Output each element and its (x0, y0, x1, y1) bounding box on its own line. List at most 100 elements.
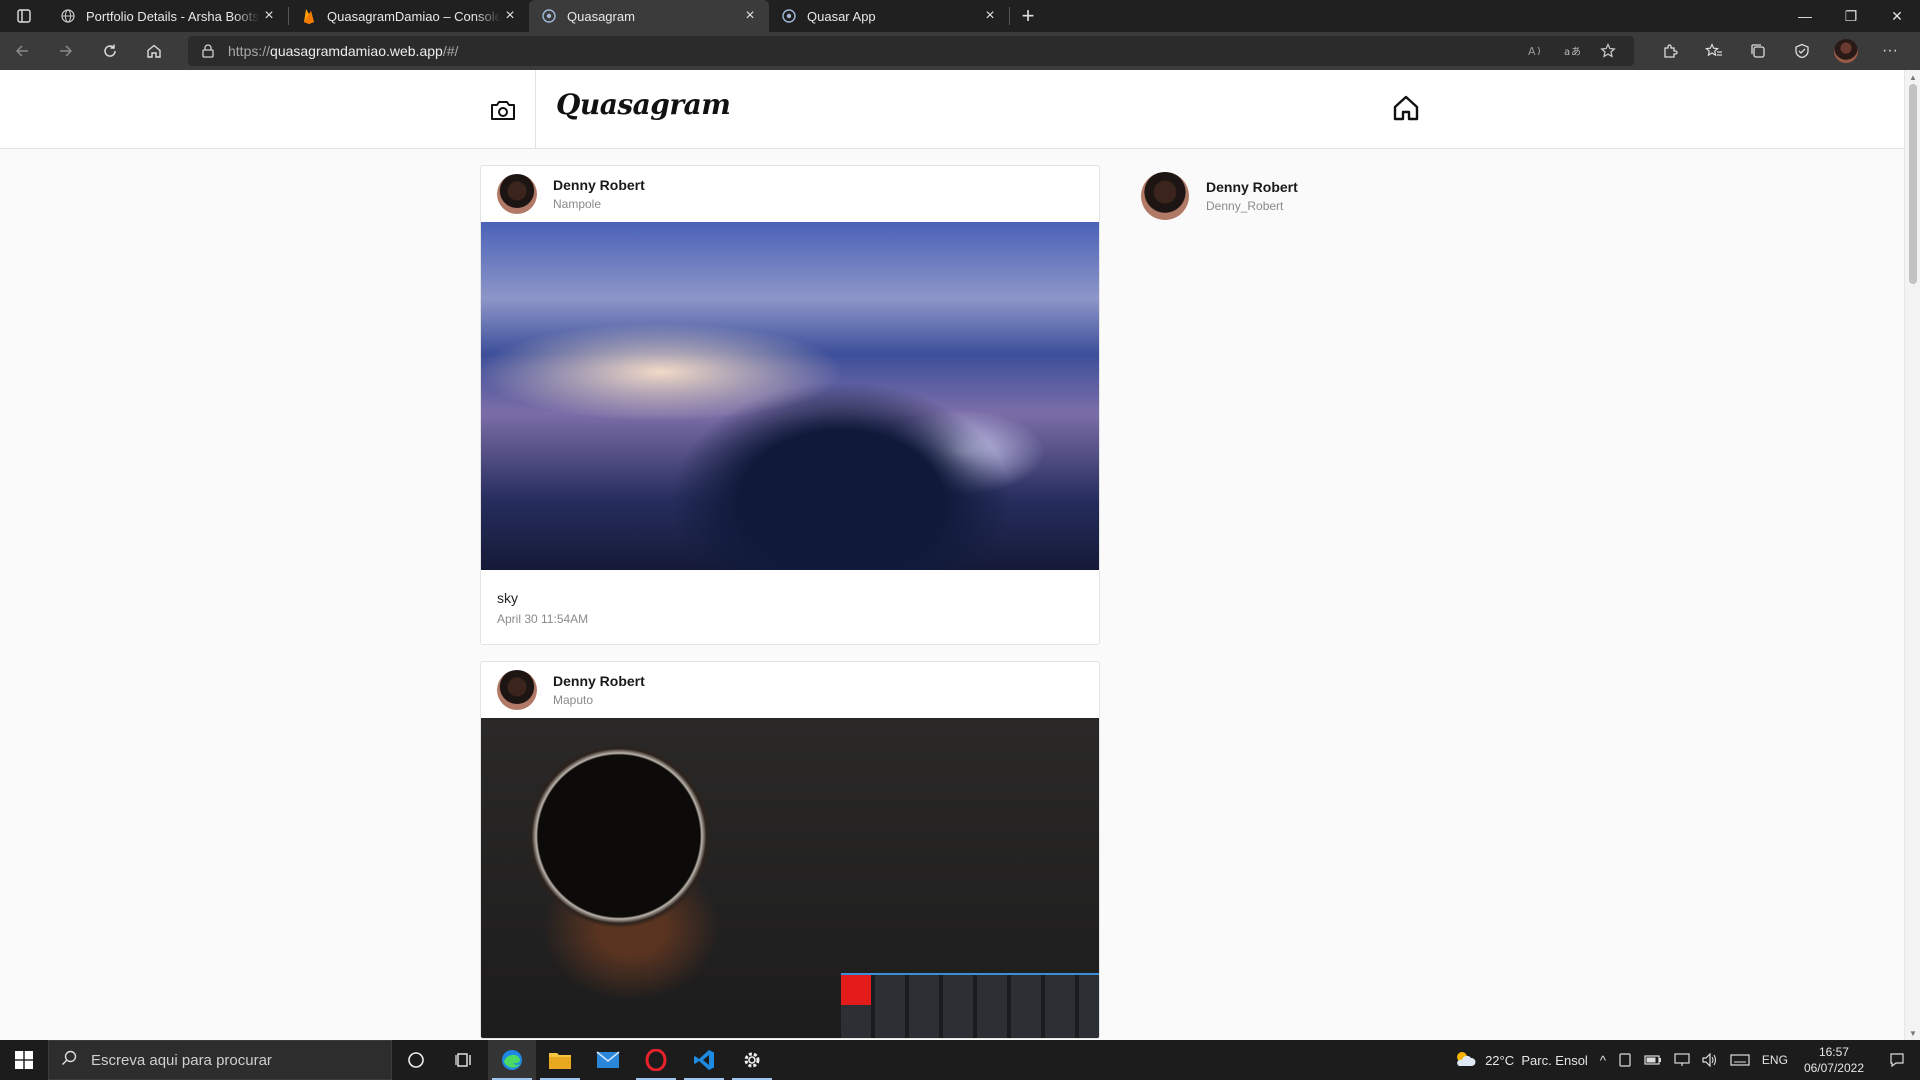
refresh-icon[interactable] (88, 32, 132, 70)
post-card: Denny Robert Maputo (480, 661, 1100, 1039)
home-nav-icon[interactable] (1386, 88, 1426, 128)
notifications-icon[interactable] (1874, 1040, 1920, 1080)
sidebar-user: Denny Robert Denny_Robert (1141, 172, 1298, 220)
tab-actions-icon[interactable] (0, 0, 48, 32)
post-image[interactable] (481, 222, 1099, 570)
task-view-icon[interactable] (440, 1040, 488, 1080)
home-icon[interactable] (132, 32, 176, 70)
address-bar-actions: A aあ (1518, 36, 1626, 66)
settings-gear-icon[interactable] (728, 1040, 776, 1080)
weather-widget[interactable]: 22°C Parc. Ensol (1447, 1050, 1594, 1071)
read-aloud-icon[interactable]: A (1518, 44, 1554, 58)
page-viewport: Quasagram Denny Robert Nampole sky April… (0, 70, 1920, 1040)
post-header: Denny Robert Nampole (481, 166, 1099, 222)
post-date: April 30 11:54AM (497, 612, 589, 626)
more-options-icon[interactable]: ··· (1868, 32, 1912, 70)
firebase-icon (301, 8, 317, 24)
meet-now-icon[interactable] (1612, 1053, 1638, 1067)
mail-icon[interactable] (584, 1040, 632, 1080)
windows-taskbar: Escreva aqui para procurar 22°C Parc. En… (0, 1040, 1920, 1080)
quasar-icon (541, 8, 557, 24)
search-placeholder: Escreva aqui para procurar (91, 1051, 272, 1069)
avatar[interactable] (497, 670, 537, 710)
svg-text:a: a (1564, 47, 1570, 58)
tab-close-icon[interactable]: × (741, 7, 759, 25)
post-card: Denny Robert Nampole sky April 30 11:54A… (480, 165, 1100, 645)
tab-quasar-app[interactable]: Quasar App × (769, 0, 1009, 32)
add-favorite-icon[interactable] (1590, 43, 1626, 59)
scroll-up-icon[interactable]: ▲ (1905, 70, 1920, 84)
avatar[interactable] (497, 174, 537, 214)
show-hidden-icons[interactable]: ^ (1594, 1053, 1612, 1068)
weather-icon (1453, 1050, 1477, 1071)
scrollbar-thumb[interactable] (1909, 84, 1917, 284)
svg-text:A: A (1528, 45, 1536, 58)
post-image[interactable] (481, 718, 1099, 1038)
post-author[interactable]: Denny Robert (553, 177, 645, 193)
window-controls: — ❐ ✕ (1782, 0, 1920, 32)
taskbar-clock[interactable]: 16:57 06/07/2022 (1794, 1044, 1874, 1076)
sidebar-user-name: Denny Robert (1206, 179, 1298, 195)
favorites-icon[interactable] (1692, 32, 1736, 70)
browser-tab-strip: Portfolio Details - Arsha Bootstrap × Qu… (0, 0, 1920, 32)
quasar-icon (781, 8, 797, 24)
tab-close-icon[interactable]: × (981, 7, 999, 25)
tab-title: Quasar App (807, 8, 876, 24)
input-language[interactable]: ENG (1756, 1053, 1794, 1067)
app-header: Quasagram (0, 70, 1904, 149)
page-scrollbar[interactable]: ▲ ▼ (1904, 70, 1920, 1040)
tab-quasagram[interactable]: Quasagram × (529, 0, 769, 32)
browser-essentials-icon[interactable] (1780, 32, 1824, 70)
restore-icon[interactable]: ❐ (1828, 0, 1874, 32)
volume-icon[interactable] (1696, 1053, 1724, 1067)
collections-icon[interactable] (1736, 32, 1780, 70)
url-text[interactable]: https://quasagramdamiao.web.app/#/ (228, 43, 458, 59)
post-caption: sky (497, 590, 518, 606)
tab-portfolio-details[interactable]: Portfolio Details - Arsha Bootstrap × (48, 0, 288, 32)
post-location: Maputo (553, 693, 594, 707)
post-location: Nampole (553, 197, 602, 211)
scroll-down-icon[interactable]: ▼ (1905, 1026, 1920, 1040)
close-window-icon[interactable]: ✕ (1874, 0, 1920, 32)
touch-keyboard-icon[interactable] (1724, 1054, 1756, 1066)
address-bar[interactable]: https://quasagramdamiao.web.app/#/ A aあ (188, 36, 1634, 66)
clock-date: 06/07/2022 (1803, 1061, 1864, 1075)
extensions-icon[interactable] (1648, 32, 1692, 70)
cortana-icon[interactable] (392, 1040, 440, 1080)
network-icon[interactable] (1668, 1053, 1696, 1067)
weather-text: 22°C Parc. Ensol (1485, 1052, 1588, 1068)
system-tray: 22°C Parc. Ensol ^ ENG 16:57 06/07/2022 (1447, 1040, 1920, 1080)
avatar[interactable] (1141, 172, 1189, 220)
tab-title: Portfolio Details - Arsha Bootstrap (86, 8, 260, 24)
new-tab-button[interactable]: + (1010, 0, 1046, 32)
tab-title: Quasagram (567, 8, 635, 24)
forward-icon[interactable] (44, 32, 88, 70)
back-icon[interactable] (0, 32, 44, 70)
post-author[interactable]: Denny Robert (553, 673, 645, 689)
search-icon (61, 1050, 77, 1070)
opera-icon[interactable] (632, 1040, 680, 1080)
profile-avatar[interactable] (1824, 32, 1868, 70)
browser-toolbar: https://quasagramdamiao.web.app/#/ A aあ … (0, 32, 1920, 70)
camera-icon[interactable] (470, 70, 536, 149)
post-header: Denny Robert Maputo (481, 662, 1099, 718)
tab-firebase-console[interactable]: QuasagramDamiao – Console do Firebase × (289, 0, 529, 32)
globe-icon (60, 8, 76, 24)
toolbar-right: ··· (1648, 32, 1912, 70)
windows-start-icon[interactable] (0, 1040, 48, 1080)
file-explorer-icon[interactable] (536, 1040, 584, 1080)
tab-title: QuasagramDamiao – Console do Firebase (327, 8, 501, 24)
keyboard-image-detail (841, 973, 1099, 1038)
minimize-icon[interactable]: — (1782, 0, 1828, 32)
edge-taskbar-icon[interactable] (488, 1040, 536, 1080)
taskbar-search[interactable]: Escreva aqui para procurar (48, 1040, 392, 1080)
vscode-icon[interactable] (680, 1040, 728, 1080)
app-logo[interactable]: Quasagram (556, 88, 731, 121)
lock-icon[interactable] (188, 44, 228, 58)
battery-icon[interactable] (1638, 1054, 1668, 1066)
svg-text:あ: あ (1571, 46, 1580, 58)
tab-close-icon[interactable]: × (501, 7, 519, 25)
sidebar-username: Denny_Robert (1206, 199, 1284, 213)
tab-close-icon[interactable]: × (260, 7, 278, 25)
translate-icon[interactable]: aあ (1554, 44, 1590, 58)
